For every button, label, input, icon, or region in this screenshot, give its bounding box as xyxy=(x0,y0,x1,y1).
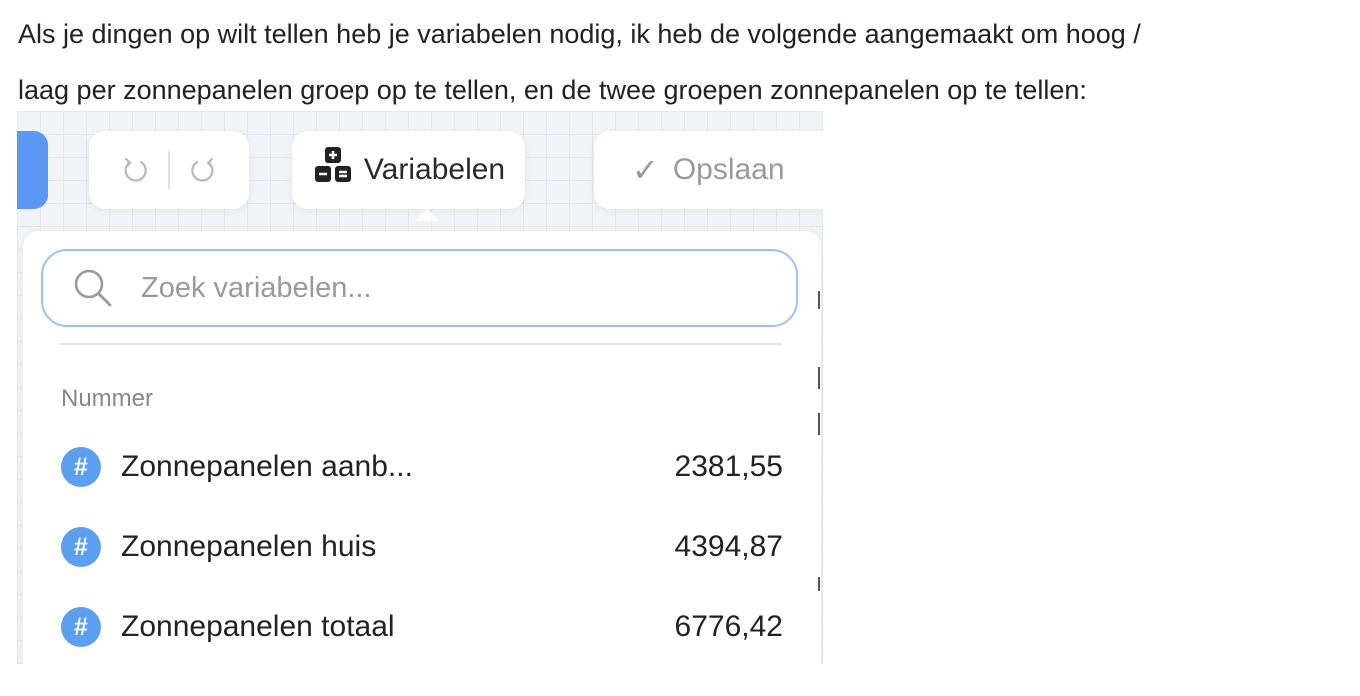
number-icon: # xyxy=(61,607,101,647)
search-input[interactable]: Zoek variabelen... xyxy=(41,249,798,327)
search-icon xyxy=(74,269,112,307)
section-label-number: Nummer xyxy=(61,385,154,412)
intro-line-2: laag per zonnepanelen groep op te tellen… xyxy=(18,75,1087,105)
undo-redo-divider xyxy=(168,151,170,189)
variables-icon xyxy=(312,146,364,194)
variables-button[interactable]: Variabelen xyxy=(292,131,525,209)
check-icon: ✓ xyxy=(632,152,659,188)
redo-icon[interactable] xyxy=(188,155,218,185)
variable-name: Zonnepanelen totaal xyxy=(121,610,395,643)
intro-line-1: Als je dingen op wilt tellen heb je vari… xyxy=(18,19,1141,49)
variable-name: Zonnepanelen huis xyxy=(121,530,377,563)
variables-button-label: Variabelen xyxy=(363,153,506,186)
search-divider xyxy=(60,343,782,345)
undo-redo-group xyxy=(89,131,249,209)
undo-icon[interactable] xyxy=(120,155,150,185)
primary-button-edge[interactable] xyxy=(17,131,48,209)
variables-popover: Zoek variabelen... Nummer # Zonnepanelen… xyxy=(23,231,821,664)
variable-value: 2381,55 xyxy=(674,450,783,483)
embedded-screenshot: Variabelen ✓ Opslaan Zoek variabelen... … xyxy=(17,111,823,664)
number-icon: # xyxy=(61,447,101,487)
variable-row[interactable]: # Zonnepanelen huis 4394,87 xyxy=(61,523,783,571)
search-placeholder: Zoek variabelen... xyxy=(141,271,372,304)
intro-text: Als je dingen op wilt tellen heb je vari… xyxy=(18,6,1348,118)
save-button-label: Opslaan xyxy=(672,153,785,186)
variable-name: Zonnepanelen aanb... xyxy=(121,450,413,483)
variable-value: 6776,42 xyxy=(674,610,783,643)
variable-row[interactable]: # Zonnepanelen aanb... 2381,55 xyxy=(61,443,783,491)
save-button[interactable]: ✓ Opslaan xyxy=(594,131,823,209)
variable-value: 4394,87 xyxy=(674,530,783,563)
variable-row[interactable]: # Zonnepanelen totaal 6776,42 xyxy=(61,603,783,651)
popover-caret xyxy=(415,209,439,221)
number-icon: # xyxy=(61,527,101,567)
